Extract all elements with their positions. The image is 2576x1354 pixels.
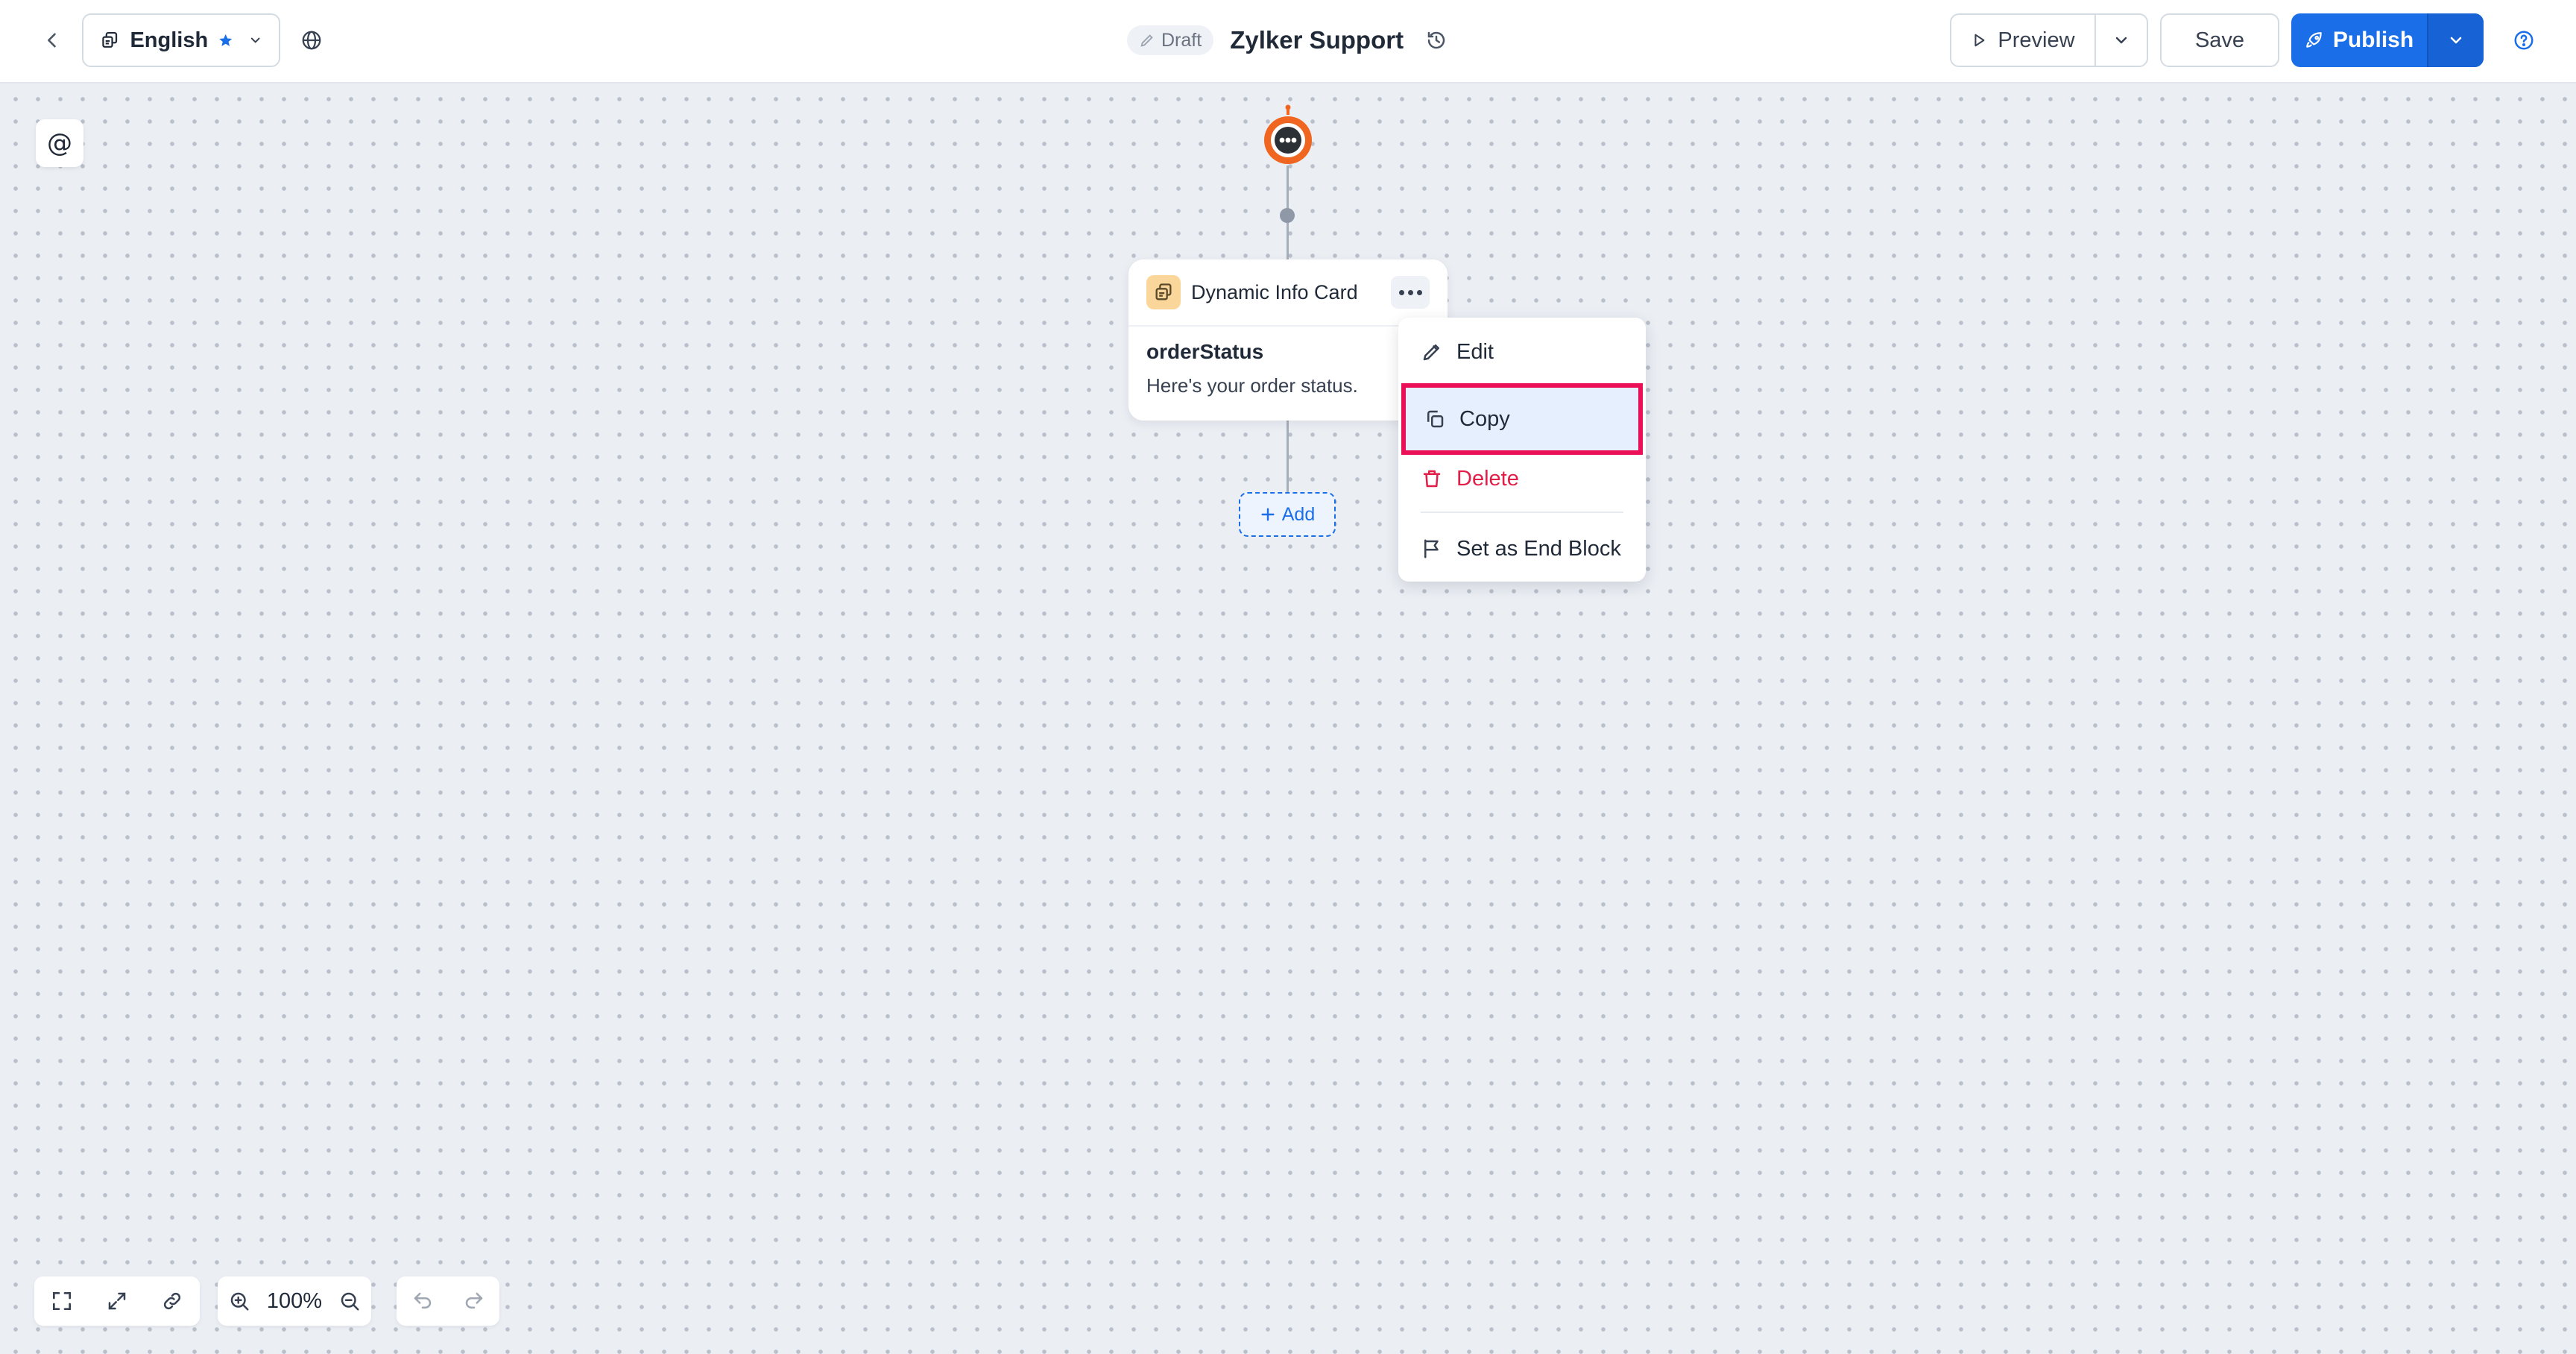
publish-label: Publish [2332,28,2414,52]
language-label: English [130,28,209,52]
zoom-in-button[interactable] [219,1276,259,1326]
help-icon [2514,31,2534,50]
play-icon [1974,34,1985,47]
publish-dropdown-button[interactable] [2428,13,2484,67]
fit-screen-icon [53,1292,71,1310]
top-header: English Draft Zylker Support Preview Sav… [0,0,2576,84]
menu-item-label: Edit [1456,339,1494,364]
fit-screen-button[interactable] [34,1276,89,1326]
menu-item-edit[interactable]: Edit [1398,324,1646,380]
zoom-tools: 100% [218,1276,371,1326]
redo-button[interactable] [448,1276,499,1326]
history-tools [397,1276,499,1326]
menu-item-label: Delete [1456,466,1519,491]
copy-icon [1427,410,1444,428]
zoom-out-icon [341,1292,359,1311]
chevron-down-icon [2450,37,2462,44]
menu-item-set-end-block[interactable]: Set as End Block [1398,520,1646,577]
bot-name: Zylker Support [1230,26,1404,54]
node-title: Dynamic Info Card [1191,280,1358,303]
node-context-menu: Edit Copy Delete Set as End Block [1398,318,1646,582]
publish-split-button: Publish [2291,13,2484,67]
bot-title-area: Draft Zylker Support [1127,18,1453,63]
node-more-button[interactable] [1391,276,1430,309]
star-icon [219,34,233,46]
trash-icon [1423,470,1441,488]
link-icon [163,1292,181,1310]
info-card-icon [1146,275,1181,309]
add-block-button[interactable]: Add [1239,492,1336,537]
chevron-down-icon [2115,37,2127,44]
zoom-level: 100% [266,1288,323,1313]
pencil-icon [1423,344,1439,361]
mention-button[interactable]: @ [36,119,83,167]
translate-icon [102,31,118,48]
draft-badge: Draft [1127,25,1214,55]
connection-button[interactable] [145,1276,200,1326]
bot-start-icon[interactable] [1260,104,1316,167]
more-dots-icon [1398,289,1404,295]
zoom-in-icon [230,1292,249,1311]
zoom-out-button[interactable] [329,1276,370,1326]
publish-button[interactable]: Publish [2291,13,2428,67]
menu-divider [1421,511,1623,513]
preview-dropdown-button[interactable] [2096,15,2147,66]
expand-button[interactable] [89,1276,145,1326]
menu-item-label: Set as End Block [1456,536,1621,561]
view-tools [34,1276,200,1326]
connector-line [1287,421,1289,492]
save-button[interactable]: Save [2160,13,2279,67]
pencil-icon [1140,34,1153,47]
rocket-icon [2305,32,2322,48]
node-header: Dynamic Info Card [1128,259,1448,327]
chevron-left-icon [48,33,56,48]
add-label: Add [1281,503,1316,525]
menu-item-label: Copy [1459,406,1510,431]
plus-icon [1261,508,1275,521]
connector-point[interactable] [1280,208,1295,223]
draft-label: Draft [1161,29,1202,51]
flag-icon [1424,539,1439,558]
preview-label: Preview [1998,28,2075,52]
node-name: orderStatus [1146,340,1264,363]
history-icon [1427,31,1445,49]
undo-button[interactable] [397,1276,448,1326]
help-button[interactable] [2504,21,2543,60]
version-history-button[interactable] [1420,24,1453,57]
globe-button[interactable] [292,21,331,60]
preview-split-button: Preview [1950,13,2148,67]
preview-button[interactable]: Preview [1951,15,2096,66]
back-button[interactable] [33,21,72,60]
node-description: Here's your order status. [1146,374,1358,397]
menu-item-copy[interactable]: Copy [1401,383,1643,455]
language-select[interactable]: English [82,13,280,67]
redo-icon [465,1292,482,1309]
chevron-down-icon [250,37,260,43]
menu-item-delete[interactable]: Delete [1398,450,1646,507]
undo-icon [414,1292,431,1309]
expand-icon [108,1292,126,1310]
globe-icon [302,31,321,50]
